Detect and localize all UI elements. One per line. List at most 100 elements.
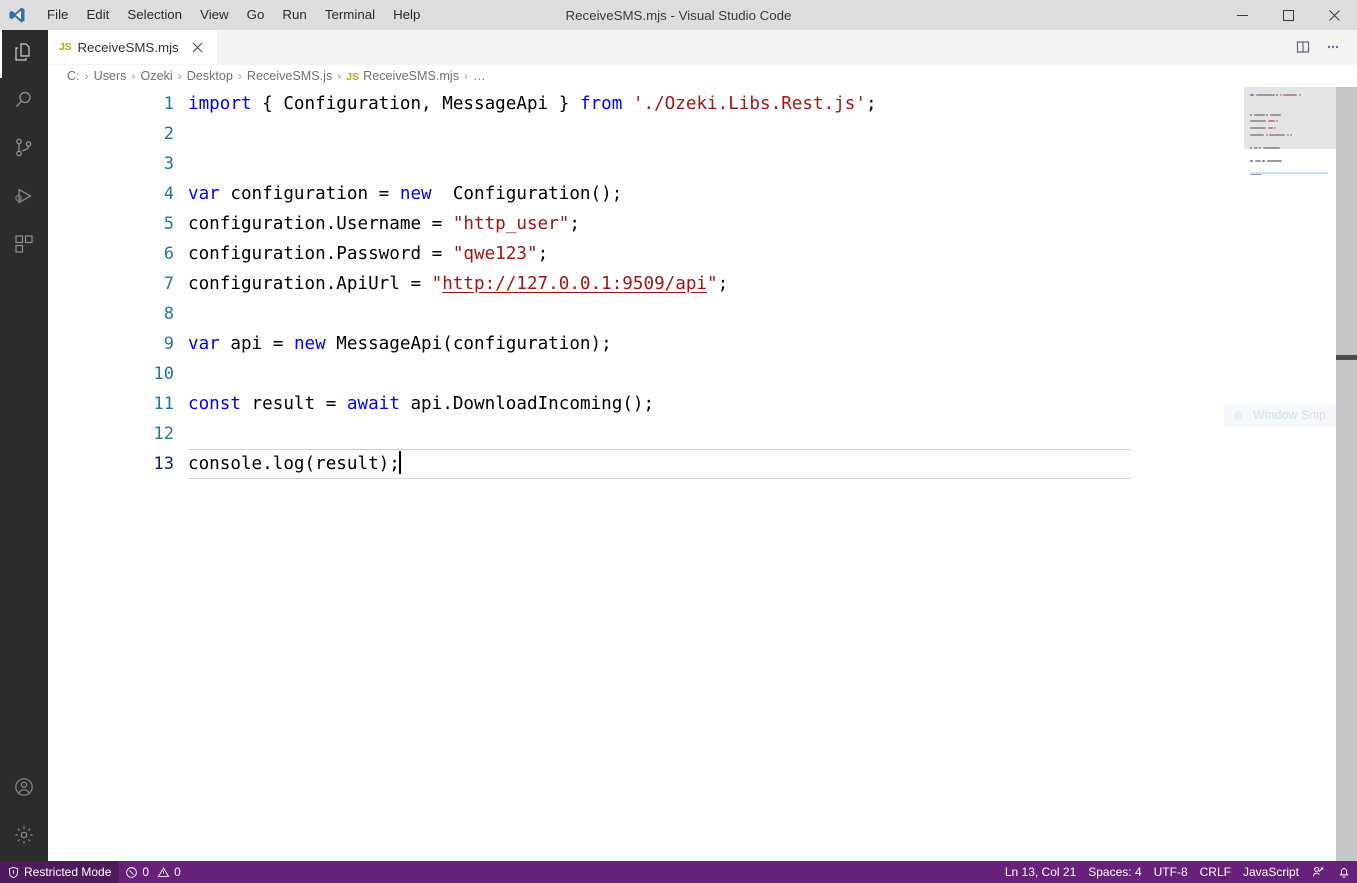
code-token: configuration.ApiUrl =	[188, 274, 432, 294]
breadcrumb: C: › Users › Ozeki › Desktop › ReceiveSM…	[48, 65, 1357, 87]
menu-view[interactable]: View	[191, 2, 238, 28]
breadcrumb-separator: ›	[237, 69, 242, 83]
error-circle-icon	[125, 866, 138, 879]
code-token: var	[188, 184, 220, 204]
sidebar-item-explorer[interactable]	[0, 30, 48, 78]
menu-edit[interactable]: Edit	[77, 2, 118, 28]
code-line[interactable]: 5 configuration.Username = "http_user";	[48, 209, 1244, 239]
code-line[interactable]: 10	[48, 359, 1244, 389]
status-problems[interactable]: 0 0	[119, 861, 186, 883]
line-text: var configuration = new Configuration();	[174, 179, 622, 209]
minimap-token	[1250, 133, 1264, 136]
code-line[interactable]: 13 console.log(result);	[48, 449, 1244, 479]
source-control-icon	[12, 136, 36, 165]
menu-selection[interactable]: Selection	[118, 2, 191, 28]
code-line[interactable]: 12	[48, 419, 1244, 449]
account-icon	[12, 775, 36, 804]
title-bar: File Edit Selection View Go Run Terminal…	[0, 0, 1357, 30]
sidebar-item-settings[interactable]	[0, 813, 48, 861]
code-token: result =	[240, 394, 347, 414]
status-restricted-mode[interactable]: Restricted Mode	[0, 861, 120, 883]
code-line[interactable]: 7 configuration.ApiUrl = "http://127.0.0.…	[48, 269, 1244, 299]
menu-run[interactable]: Run	[273, 2, 315, 28]
line-text: configuration.ApiUrl = "http://127.0.0.1…	[174, 269, 728, 299]
code-token: ;	[865, 94, 877, 114]
breadcrumb-item-drive[interactable]: C:	[64, 69, 83, 83]
status-notifications[interactable]	[1331, 861, 1357, 883]
breadcrumb-separator: ›	[84, 69, 89, 83]
minimap-line	[1250, 166, 1328, 170]
breadcrumb-item-receivesms-mjs[interactable]: JS ReceiveSMS.mjs	[343, 69, 462, 83]
code-lines[interactable]: 1 import { Configuration, MessageApi } fr…	[48, 87, 1244, 861]
menu-terminal[interactable]: Terminal	[316, 2, 384, 28]
code-surface[interactable]: 1 import { Configuration, MessageApi } fr…	[48, 87, 1244, 861]
status-encoding[interactable]: UTF-8	[1148, 861, 1194, 883]
sidebar-item-extensions[interactable]	[0, 222, 48, 270]
status-indentation[interactable]: Spaces: 4	[1082, 861, 1147, 883]
minimize-icon[interactable]	[1219, 0, 1265, 30]
minimap-line	[1250, 113, 1328, 117]
code-line[interactable]: 4 var configuration = new Configuration()…	[48, 179, 1244, 209]
sidebar-item-source-control[interactable]	[0, 126, 48, 174]
code-line[interactable]: 11 const result = await api.DownloadIncom…	[48, 389, 1244, 419]
code-line[interactable]: 1 import { Configuration, MessageApi } fr…	[48, 89, 1244, 119]
breadcrumb-item-desktop[interactable]: Desktop	[184, 69, 236, 83]
code-token: ;	[537, 244, 549, 264]
code-link[interactable]: http://127.0.0.1:9509/api	[442, 274, 707, 294]
code-line[interactable]: 6 configuration.Password = "qwe123";	[48, 239, 1244, 269]
breadcrumb-item-ozeki[interactable]: Ozeki	[137, 69, 175, 83]
window-snip-label: Window Snip	[1253, 408, 1326, 422]
code-line[interactable]: 9 var api = new MessageApi(configuration)…	[48, 329, 1244, 359]
window-snip-overlay[interactable]: Window Snip	[1224, 403, 1336, 427]
breadcrumb-item-receivesms-js[interactable]: ReceiveSMS.js	[244, 69, 335, 83]
split-editor-icon[interactable]	[1289, 33, 1317, 61]
status-cursor-position[interactable]: Ln 13, Col 21	[999, 861, 1082, 883]
minimap-token	[1255, 94, 1275, 96]
minimap-token	[1279, 94, 1282, 96]
tab-receivesms-mjs[interactable]: JS ReceiveSMS.mjs	[48, 30, 218, 64]
maximize-icon[interactable]	[1265, 0, 1311, 30]
minimap-current-line	[1250, 172, 1328, 175]
sidebar-item-accounts[interactable]	[0, 765, 48, 813]
breadcrumb-item-users[interactable]: Users	[91, 69, 130, 83]
line-number: 4	[163, 184, 174, 204]
minimap-line	[1250, 126, 1328, 130]
menu-help[interactable]: Help	[384, 2, 429, 28]
menu-go[interactable]: Go	[238, 2, 274, 28]
status-feedback[interactable]	[1305, 861, 1331, 883]
status-error-count: 0	[142, 865, 150, 879]
breadcrumb-item-overflow[interactable]: …	[470, 69, 489, 83]
breadcrumb-separator: ›	[464, 69, 468, 83]
code-token: "http_user"	[452, 214, 570, 234]
sidebar-item-search[interactable]	[0, 78, 48, 126]
minimap-token	[1262, 146, 1280, 149]
status-restricted-label: Restricted Mode	[24, 865, 112, 879]
sidebar-item-run-and-debug[interactable]	[0, 174, 48, 222]
status-eol[interactable]: CRLF	[1194, 861, 1237, 883]
close-icon[interactable]	[1311, 0, 1357, 30]
breadcrumb-separator: ›	[177, 69, 182, 83]
vscode-window: File Edit Selection View Go Run Terminal…	[0, 0, 1357, 883]
minimap-token	[1267, 126, 1273, 129]
status-language-mode[interactable]: JavaScript	[1237, 861, 1305, 883]
line-number: 1	[163, 94, 174, 114]
run-debug-icon	[12, 184, 36, 213]
line-number: 8	[163, 304, 174, 324]
line-text: configuration.Username = "http_user";	[174, 209, 580, 239]
ellipsis-icon[interactable]	[1319, 33, 1347, 61]
js-file-icon: JS	[59, 41, 72, 53]
overview-ruler-scrollbar[interactable]	[1336, 87, 1357, 861]
minimap[interactable]	[1244, 87, 1336, 861]
code-line[interactable]: 2	[48, 119, 1244, 149]
code-line[interactable]: 8	[48, 299, 1244, 329]
status-bar-right: Ln 13, Col 21 Spaces: 4 UTF-8 CRLF JavaS…	[999, 861, 1357, 883]
breadcrumb-item-label: ReceiveSMS.mjs	[363, 69, 459, 83]
vscode-logo-icon	[0, 0, 34, 30]
scrollbar-thumb[interactable]	[1336, 355, 1357, 360]
editor-area: 1 import { Configuration, MessageApi } fr…	[48, 87, 1357, 861]
code-line[interactable]: 3	[48, 149, 1244, 179]
tab-close-icon[interactable]	[189, 38, 207, 56]
minimap-line	[1250, 133, 1328, 137]
menu-file[interactable]: File	[38, 2, 77, 28]
minimap-token	[1259, 146, 1261, 149]
